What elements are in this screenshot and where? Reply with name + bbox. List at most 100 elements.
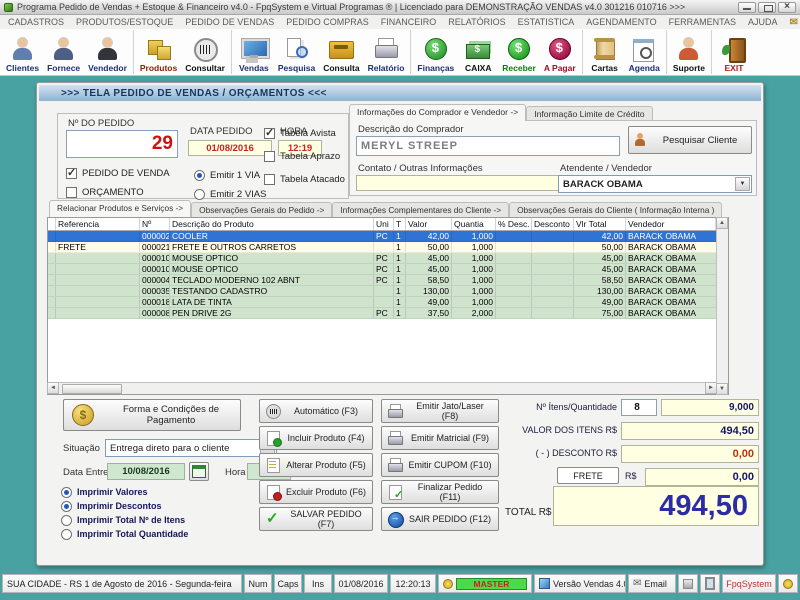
menu-item[interactable]: AJUDA	[742, 17, 784, 27]
column-header[interactable]: Descrição do Produto	[170, 218, 374, 230]
column-header[interactable]: Referencia	[56, 218, 140, 230]
product-tabs: Relacionar Produtos e Serviços -> Observ…	[49, 200, 722, 217]
table-row[interactable]: 000002 COOLER PC 1 42,00 1,000 42,00 BAR…	[48, 231, 716, 242]
toolbar-button[interactable]: Receber	[498, 30, 540, 74]
product-tab[interactable]: Relacionar Produtos e Serviços ->	[49, 200, 191, 217]
price-table-checkbox[interactable]: Tabela Aprazo	[264, 145, 345, 168]
buyer-tab[interactable]: Informações do Comprador e Vendedor ->	[349, 104, 526, 121]
print-option-radio[interactable]: Imprimir Descontos	[61, 499, 188, 513]
table-row[interactable]: 000004 TECLADO MODERNO 102 ABNT PC 1 58,…	[48, 275, 716, 286]
minimize-button[interactable]	[738, 2, 756, 13]
table-row[interactable]: 000010 MOUSE OPTICO PC 1 45,00 1,000 45,…	[48, 253, 716, 264]
action-button[interactable]: SALVAR PEDIDO (F7)	[259, 507, 373, 531]
scroll-left-icon[interactable]: ◄	[47, 382, 59, 394]
column-header[interactable]: Uni	[374, 218, 394, 230]
scroll-down-icon[interactable]: ▼	[716, 383, 728, 395]
order-type-checkbox[interactable]: PEDIDO DE VENDA	[66, 164, 170, 183]
search-client-button[interactable]: Pesquisar Cliente	[628, 126, 752, 154]
freight-button[interactable]: FRETE	[557, 467, 619, 484]
toolbar-button[interactable]: Produtos	[136, 30, 181, 74]
toolbar-button[interactable]: CAIXA	[458, 30, 498, 74]
menu-item[interactable]: RELATÓRIOS	[442, 17, 511, 27]
toolbar-button[interactable]: Finanças	[413, 30, 458, 74]
toolbar-button[interactable]: Clientes	[2, 30, 43, 74]
toolbar-button[interactable]: Suporte	[669, 30, 712, 74]
table-row[interactable]: 000010 MOUSE OPTICO PC 1 45,00 1,000 45,…	[48, 264, 716, 275]
action-button[interactable]: Incluir Produto (F4)	[259, 426, 373, 450]
order-number-field[interactable]	[66, 130, 178, 158]
print-option-radio[interactable]: Imprimir Total Quantidade	[61, 527, 188, 541]
table-row[interactable]: FRETE 000021 FRETE E OUTROS CARRETOS 1 5…	[48, 242, 716, 253]
scroll-up-icon[interactable]: ▲	[716, 217, 728, 229]
scrollbar-thumb[interactable]	[62, 384, 122, 394]
toolbar-button[interactable]: Pesquisa	[274, 30, 319, 74]
status-cell	[778, 574, 798, 593]
copies-radio[interactable]: Emitir 1 VIA	[194, 166, 267, 185]
scroll-right-icon[interactable]: ►	[705, 382, 717, 394]
buyer-description-field[interactable]	[356, 136, 620, 156]
close-button[interactable]	[778, 2, 796, 13]
status-cell: SUA CIDADE - RS 1 de Agosto de 2016 - Se…	[2, 574, 242, 593]
print-option-radio[interactable]: Imprimir Total Nº de Itens	[61, 513, 188, 527]
menu-item[interactable]: E-MAIL	[784, 17, 800, 28]
toolbar-button[interactable]: EXIT	[714, 30, 754, 74]
table-row[interactable]: 000018 LATA DE TINTA 1 49,00 1,000 49,00…	[48, 297, 716, 308]
discount-label: ( - ) DESCONTO R$	[477, 448, 617, 458]
table-header: Referencia Nº Descrição do Produto Uni T…	[48, 218, 716, 231]
buyer-group: Descrição do Comprador Pesquisar Cliente…	[349, 120, 757, 196]
buyer-tab[interactable]: Informação Limite de Crédito	[526, 106, 652, 121]
seller-dropdown[interactable]: BARACK OBAMA ▼	[558, 175, 752, 193]
menu-item[interactable]: ESTATISTICA	[512, 17, 581, 27]
toolbar-icon	[720, 36, 748, 62]
delivery-date-field[interactable]	[107, 463, 185, 480]
toolbar-button[interactable]: Vendedor	[84, 30, 134, 74]
checkbox-icon	[66, 168, 77, 179]
menu-item[interactable]: PRODUTOS/ESTOQUE	[70, 17, 179, 27]
price-table-checkbox[interactable]: Tabela Atacado	[264, 168, 345, 191]
menu-item[interactable]: PEDIDO COMPRAS	[280, 17, 375, 27]
menu-item[interactable]: CADASTROS	[2, 17, 70, 27]
menu-item[interactable]: FINANCEIRO	[375, 17, 443, 27]
column-header[interactable]: Desconto	[532, 218, 574, 230]
menu-item[interactable]: AGENDAMENTO	[580, 17, 662, 27]
product-tab[interactable]: Informações Complementares do Cliente ->	[332, 202, 509, 217]
product-tab[interactable]: Observações Gerais do Pedido ->	[191, 202, 332, 217]
toolbar-button[interactable]: Consultar	[181, 30, 232, 74]
action-button[interactable]: Automático (F3)	[259, 399, 373, 423]
print-option-radio[interactable]: Imprimir Valores	[61, 485, 188, 499]
action-button[interactable]: Excluir Produto (F6)	[259, 480, 373, 504]
column-header[interactable]: Nº	[140, 218, 170, 230]
action-button[interactable]: Finalizar Pedido (F11)	[381, 480, 499, 504]
column-header[interactable]	[48, 218, 56, 230]
toolbar-button[interactable]: Cartas	[585, 30, 625, 74]
toolbar-button[interactable]: Fornece	[43, 30, 84, 74]
toolbar-button[interactable]: Consulta	[319, 30, 363, 74]
maximize-button[interactable]	[758, 2, 776, 13]
table-row[interactable]: 000035 TESTANDO CADASTRO 1 130,00 1,000 …	[48, 286, 716, 297]
product-tab[interactable]: Observações Gerais do Cliente ( Informaç…	[509, 202, 722, 217]
column-header[interactable]: % Desc.	[496, 218, 532, 230]
calendar-button[interactable]	[189, 462, 209, 481]
order-date-field[interactable]	[188, 140, 272, 156]
column-header[interactable]: Vlr Total	[574, 218, 626, 230]
table-row[interactable]: 000008 PEN DRIVE 2G PC 1 37,50 2,000 75,…	[48, 308, 716, 319]
menu-item[interactable]: FERRAMENTAS	[663, 17, 742, 27]
horizontal-scrollbar[interactable]: ◄ ►	[48, 382, 716, 394]
action-button[interactable]: SAIR PEDIDO (F12)	[381, 507, 499, 531]
toolbar-button[interactable]: Agenda	[625, 30, 667, 74]
toolbar-button[interactable]: A Pagar	[540, 30, 583, 74]
toolbar-button[interactable]: Relatório	[364, 30, 412, 74]
vertical-scrollbar[interactable]: ▲ ▼	[716, 218, 728, 394]
action-button[interactable]: Alterar Produto (F5)	[259, 453, 373, 477]
column-header[interactable]: T	[394, 218, 406, 230]
column-header[interactable]: Quantia	[452, 218, 496, 230]
payment-conditions-button[interactable]: Forma e Condições de Pagamento	[63, 399, 241, 431]
situation-dropdown[interactable]: Entrega direto para o cliente ▼	[105, 439, 277, 457]
column-header[interactable]: Vendedor	[626, 218, 716, 230]
column-header[interactable]: Valor	[406, 218, 452, 230]
price-table-checkbox[interactable]: Tabela Avista	[264, 122, 345, 145]
toolbar-icon	[630, 36, 658, 62]
menu-item[interactable]: PEDIDO DE VENDAS	[179, 17, 280, 27]
items-value-label: VALOR DOS ITENS R$	[477, 425, 617, 435]
toolbar-button[interactable]: Vendas	[234, 30, 274, 74]
